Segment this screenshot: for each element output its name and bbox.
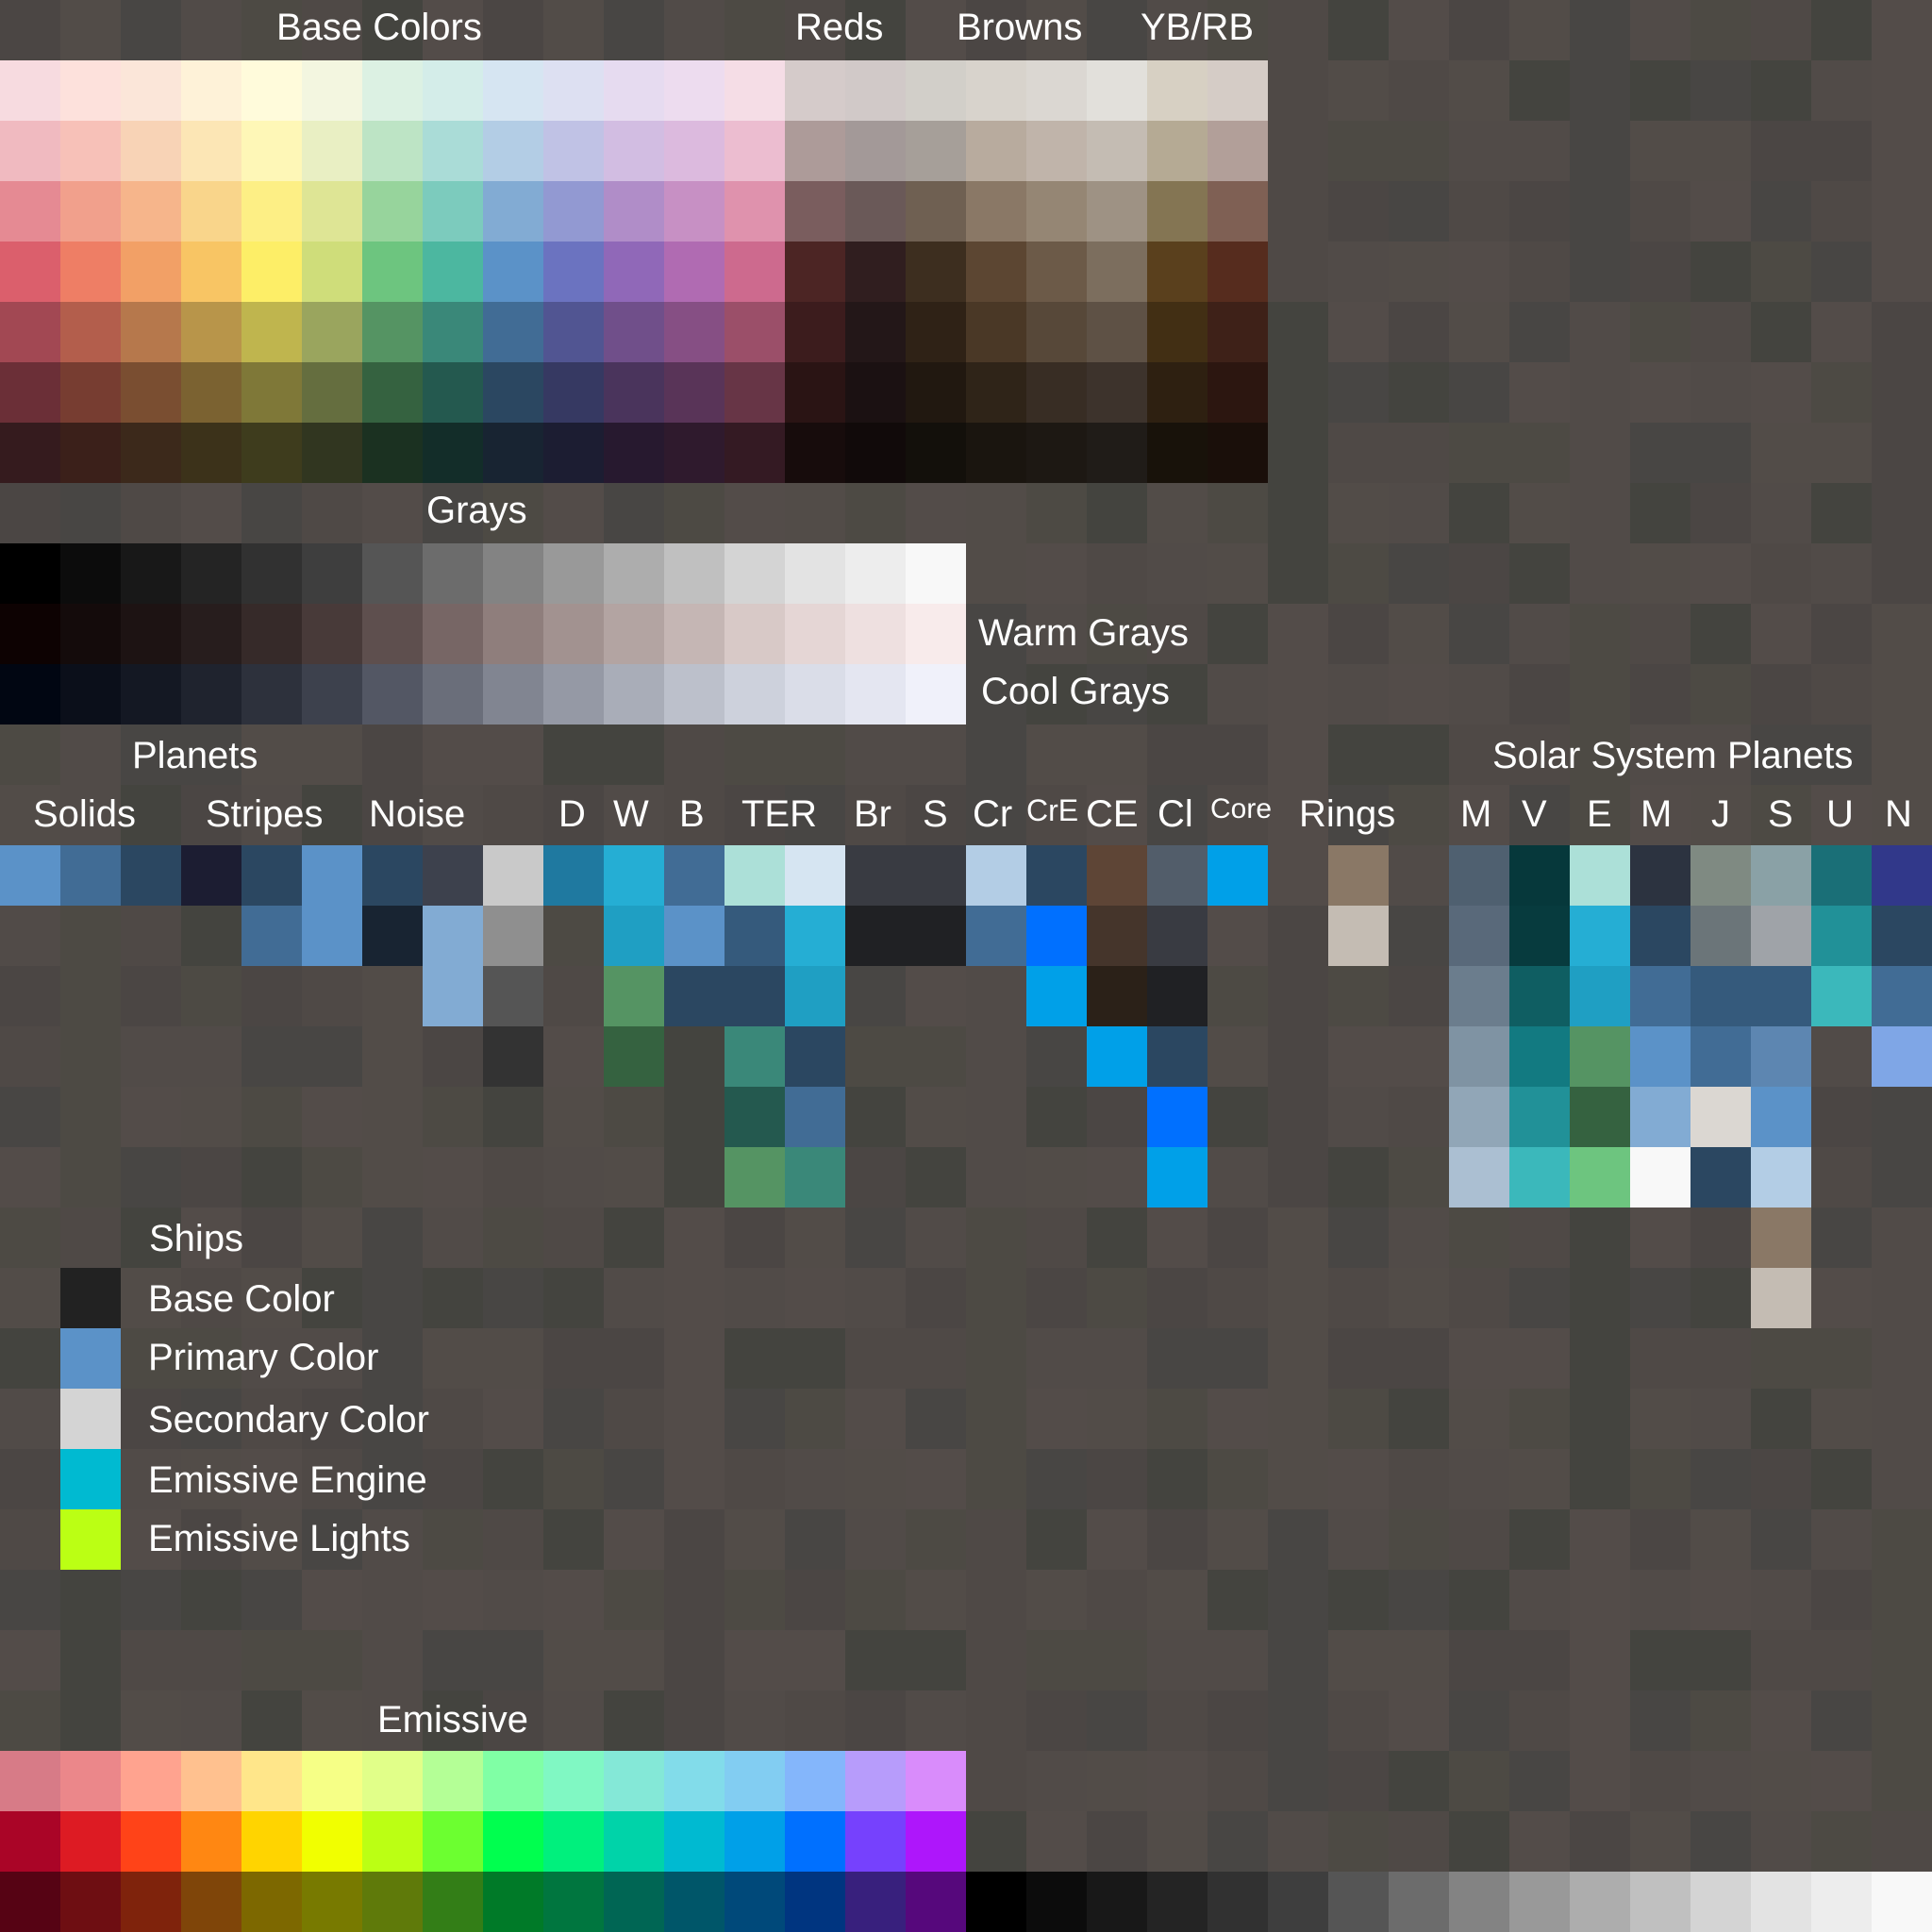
label-mars: M — [1641, 793, 1673, 835]
label-ship-primary-color: Primary Color — [148, 1337, 379, 1378]
label-ship-emissive-lights: Emissive Lights — [148, 1518, 410, 1559]
label-rings: Rings — [1299, 793, 1396, 835]
label-venus: V — [1522, 793, 1547, 835]
label-warm-grays: Warm Grays — [978, 612, 1189, 654]
heading-grays: Grays — [426, 490, 527, 531]
label-cool-grays: Cool Grays — [981, 671, 1171, 712]
heading-ships: Ships — [149, 1218, 244, 1259]
heading-yb-rb: YB/RB — [1141, 7, 1255, 48]
heading-solar-system-planets: Solar System Planets — [1492, 735, 1854, 776]
label-ter: TER — [741, 793, 817, 835]
label-ce: CE — [1086, 793, 1139, 835]
label-ship-base-color: Base Color — [148, 1278, 335, 1320]
label-cre: CrE — [1026, 793, 1079, 827]
label-neptune: N — [1885, 793, 1912, 835]
label-cl: Cl — [1158, 793, 1193, 835]
label-d: D — [558, 793, 586, 835]
label-earth: E — [1587, 793, 1612, 835]
label-solids: Solids — [33, 793, 136, 835]
heading-emissive: Emissive — [377, 1699, 529, 1740]
label-ship-emissive-engine: Emissive Engine — [148, 1459, 427, 1501]
heading-base-colors: Base Colors — [276, 7, 482, 48]
heading-browns: Browns — [957, 7, 1083, 48]
label-w: W — [613, 793, 649, 835]
label-uranus: U — [1826, 793, 1854, 835]
label-layer: Base Colors Reds Browns YB/RB Grays Warm… — [0, 0, 1932, 1932]
heading-planets: Planets — [132, 735, 258, 776]
label-br: Br — [854, 793, 891, 835]
palette-atlas: Base Colors Reds Browns YB/RB Grays Warm… — [0, 0, 1932, 1932]
label-jupiter: J — [1711, 793, 1730, 835]
label-stripes: Stripes — [206, 793, 324, 835]
label-core: Core — [1210, 793, 1273, 824]
label-mercury: M — [1460, 793, 1492, 835]
label-ship-secondary-color: Secondary Color — [148, 1399, 429, 1441]
label-noise: Noise — [369, 793, 466, 835]
label-cr: Cr — [973, 793, 1013, 835]
label-s: S — [923, 793, 948, 835]
label-saturn: S — [1768, 793, 1793, 835]
heading-reds: Reds — [795, 7, 884, 48]
label-b: B — [679, 793, 705, 835]
